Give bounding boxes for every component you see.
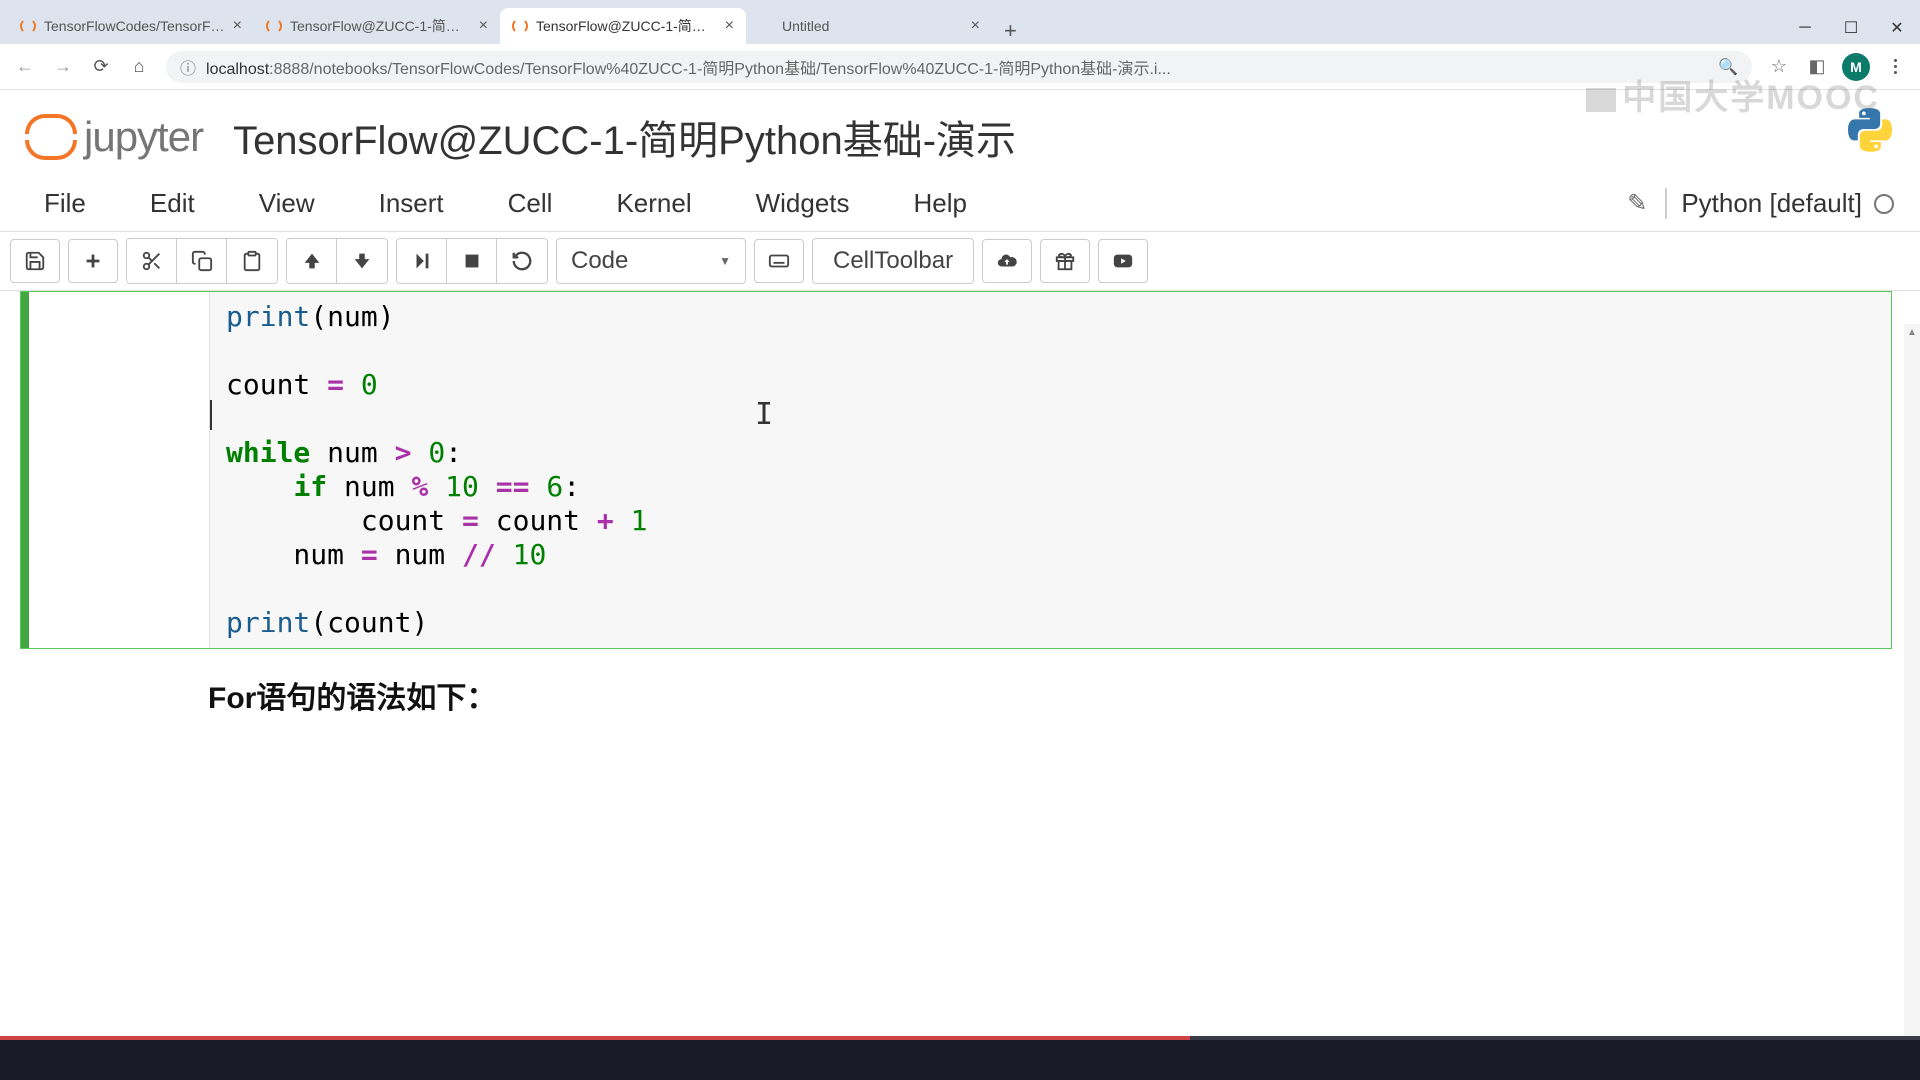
cell-type-select[interactable]: Code <box>556 238 746 284</box>
minimize-button[interactable]: ─ <box>1782 12 1828 44</box>
paste-button[interactable] <box>227 239 277 283</box>
code-cell[interactable]: I print(num) count = 0 while num > 0: if… <box>20 291 1892 649</box>
url-bar[interactable]: ⓘ localhost:8888/notebooks/TensorFlowCod… <box>166 51 1752 83</box>
browser-tab-2[interactable]: TensorFlow@ZUCC-1-简明Pytl × <box>500 8 746 44</box>
reload-button[interactable]: ⟳ <box>84 50 118 84</box>
menu-cell[interactable]: Cell <box>490 182 571 225</box>
search-icon[interactable]: 🔍 <box>1718 57 1738 77</box>
code-line: count = count + 1 <box>226 504 1875 538</box>
code-line: print(count) <box>226 606 1875 640</box>
menu-file[interactable]: File <box>26 182 104 225</box>
home-button[interactable]: ⌂ <box>122 50 156 84</box>
jupyter-favicon-icon <box>758 18 774 34</box>
maximize-button[interactable]: ☐ <box>1828 12 1874 44</box>
kernel-indicator[interactable]: Python [default] <box>1665 188 1894 219</box>
scrubber-fill <box>0 1036 1190 1040</box>
new-tab-button[interactable]: + <box>992 18 1029 44</box>
move-group <box>286 238 388 284</box>
menu-bar: File Edit View Insert Cell Kernel Widget… <box>0 176 1920 232</box>
extension-icon[interactable]: ◧ <box>1800 50 1834 84</box>
tab-title: TensorFlowCodes/TensorFlow <box>44 18 227 34</box>
command-palette-button[interactable] <box>754 239 804 283</box>
edit-pencil-icon[interactable]: ✎ <box>1627 189 1647 218</box>
menu-kernel[interactable]: Kernel <box>598 182 709 225</box>
run-button[interactable] <box>397 239 447 283</box>
restart-button[interactable] <box>497 239 547 283</box>
menu-insert[interactable]: Insert <box>361 182 462 225</box>
browser-tab-0[interactable]: TensorFlowCodes/TensorFlow × <box>8 8 254 44</box>
info-icon[interactable]: ⓘ <box>180 55 196 79</box>
copy-button[interactable] <box>177 239 227 283</box>
tabs-container: TensorFlowCodes/TensorFlow × TensorFlow@… <box>0 6 1782 44</box>
markdown-cell[interactable]: For语句的语法如下： <box>8 649 1904 741</box>
code-line: count = 0 <box>226 368 1875 402</box>
code-line <box>226 334 1875 368</box>
prompt-area <box>29 292 209 648</box>
back-button[interactable]: ← <box>8 50 42 84</box>
text-cursor-icon <box>210 400 212 430</box>
code-line <box>226 402 1875 436</box>
notebook-title[interactable]: TensorFlow@ZUCC-1-简明Python基础-演示 <box>233 108 1016 166</box>
menu-edit[interactable]: Edit <box>132 182 213 225</box>
scroll-up-icon[interactable]: ▲ <box>1904 324 1920 340</box>
jupyter-favicon-icon <box>20 18 36 34</box>
close-tab-icon[interactable]: × <box>971 17 980 35</box>
close-window-button[interactable]: ✕ <box>1874 12 1920 44</box>
save-button[interactable] <box>10 239 60 283</box>
close-tab-icon[interactable]: × <box>233 17 242 35</box>
kernel-status-icon <box>1874 194 1894 214</box>
notebook-container: I print(num) count = 0 while num > 0: if… <box>0 291 1920 741</box>
insert-cell-button[interactable] <box>68 239 118 283</box>
star-bookmark-icon[interactable]: ☆ <box>1762 50 1796 84</box>
code-line: print(num) <box>226 300 1875 334</box>
youtube-button[interactable] <box>1098 239 1148 283</box>
close-tab-icon[interactable]: × <box>725 17 734 35</box>
jupyter-favicon-icon <box>266 18 282 34</box>
edit-group <box>126 238 278 284</box>
browser-tabstrip: TensorFlowCodes/TensorFlow × TensorFlow@… <box>0 0 1920 44</box>
code-editor[interactable]: I print(num) count = 0 while num > 0: if… <box>209 292 1891 648</box>
window-controls: ─ ☐ ✕ <box>1782 12 1920 44</box>
menu-help[interactable]: Help <box>896 182 985 225</box>
menu-view[interactable]: View <box>241 182 333 225</box>
run-group <box>396 238 548 284</box>
code-line <box>226 572 1875 606</box>
video-scrubber[interactable] <box>0 1036 1920 1080</box>
gift-button[interactable] <box>1040 239 1090 283</box>
code-line: num = num // 10 <box>226 538 1875 572</box>
address-bar: ← → ⟳ ⌂ ⓘ localhost:8888/notebooks/Tenso… <box>0 44 1920 90</box>
python-logo-icon <box>1848 108 1892 152</box>
move-up-button[interactable] <box>287 239 337 283</box>
interrupt-button[interactable] <box>447 239 497 283</box>
jupyter-logo[interactable]: jupyter <box>24 112 203 162</box>
profile-avatar[interactable]: M <box>1842 53 1870 81</box>
jupyter-logo-text: jupyter <box>84 113 203 161</box>
jupyter-logo-icon <box>24 112 74 162</box>
tab-title: TensorFlow@ZUCC-1-简明Pytl <box>290 16 473 36</box>
browser-menu-button[interactable] <box>1878 50 1912 84</box>
close-tab-icon[interactable]: × <box>479 17 488 35</box>
tab-title: Untitled <box>782 18 965 34</box>
tab-title: TensorFlow@ZUCC-1-简明Pytl <box>536 16 719 36</box>
toolbar: Code CellToolbar <box>0 232 1920 291</box>
cloud-upload-button[interactable] <box>982 239 1032 283</box>
jupyter-header: 中国大学MOOC jupyter TensorFlow@ZUCC-1-简明Pyt… <box>0 90 1920 176</box>
kernel-name: Python [default] <box>1681 188 1862 219</box>
browser-tab-1[interactable]: TensorFlow@ZUCC-1-简明Pytl × <box>254 8 500 44</box>
forward-button[interactable]: → <box>46 50 80 84</box>
move-down-button[interactable] <box>337 239 387 283</box>
code-line: if num % 10 == 6: <box>226 470 1875 504</box>
scrubber-track[interactable] <box>0 1036 1920 1040</box>
cut-button[interactable] <box>127 239 177 283</box>
vertical-scrollbar[interactable]: ▲ <box>1904 324 1920 1036</box>
cell-selection-bar <box>21 292 29 648</box>
jupyter-favicon-icon <box>512 18 528 34</box>
menu-widgets[interactable]: Widgets <box>738 182 868 225</box>
celltoolbar-button[interactable]: CellToolbar <box>812 238 974 284</box>
code-line: while num > 0: <box>226 436 1875 470</box>
browser-tab-3[interactable]: Untitled × <box>746 8 992 44</box>
markdown-heading: For语句的语法如下： <box>208 682 496 715</box>
url-text: localhost:8888/notebooks/TensorFlowCodes… <box>206 55 1710 79</box>
